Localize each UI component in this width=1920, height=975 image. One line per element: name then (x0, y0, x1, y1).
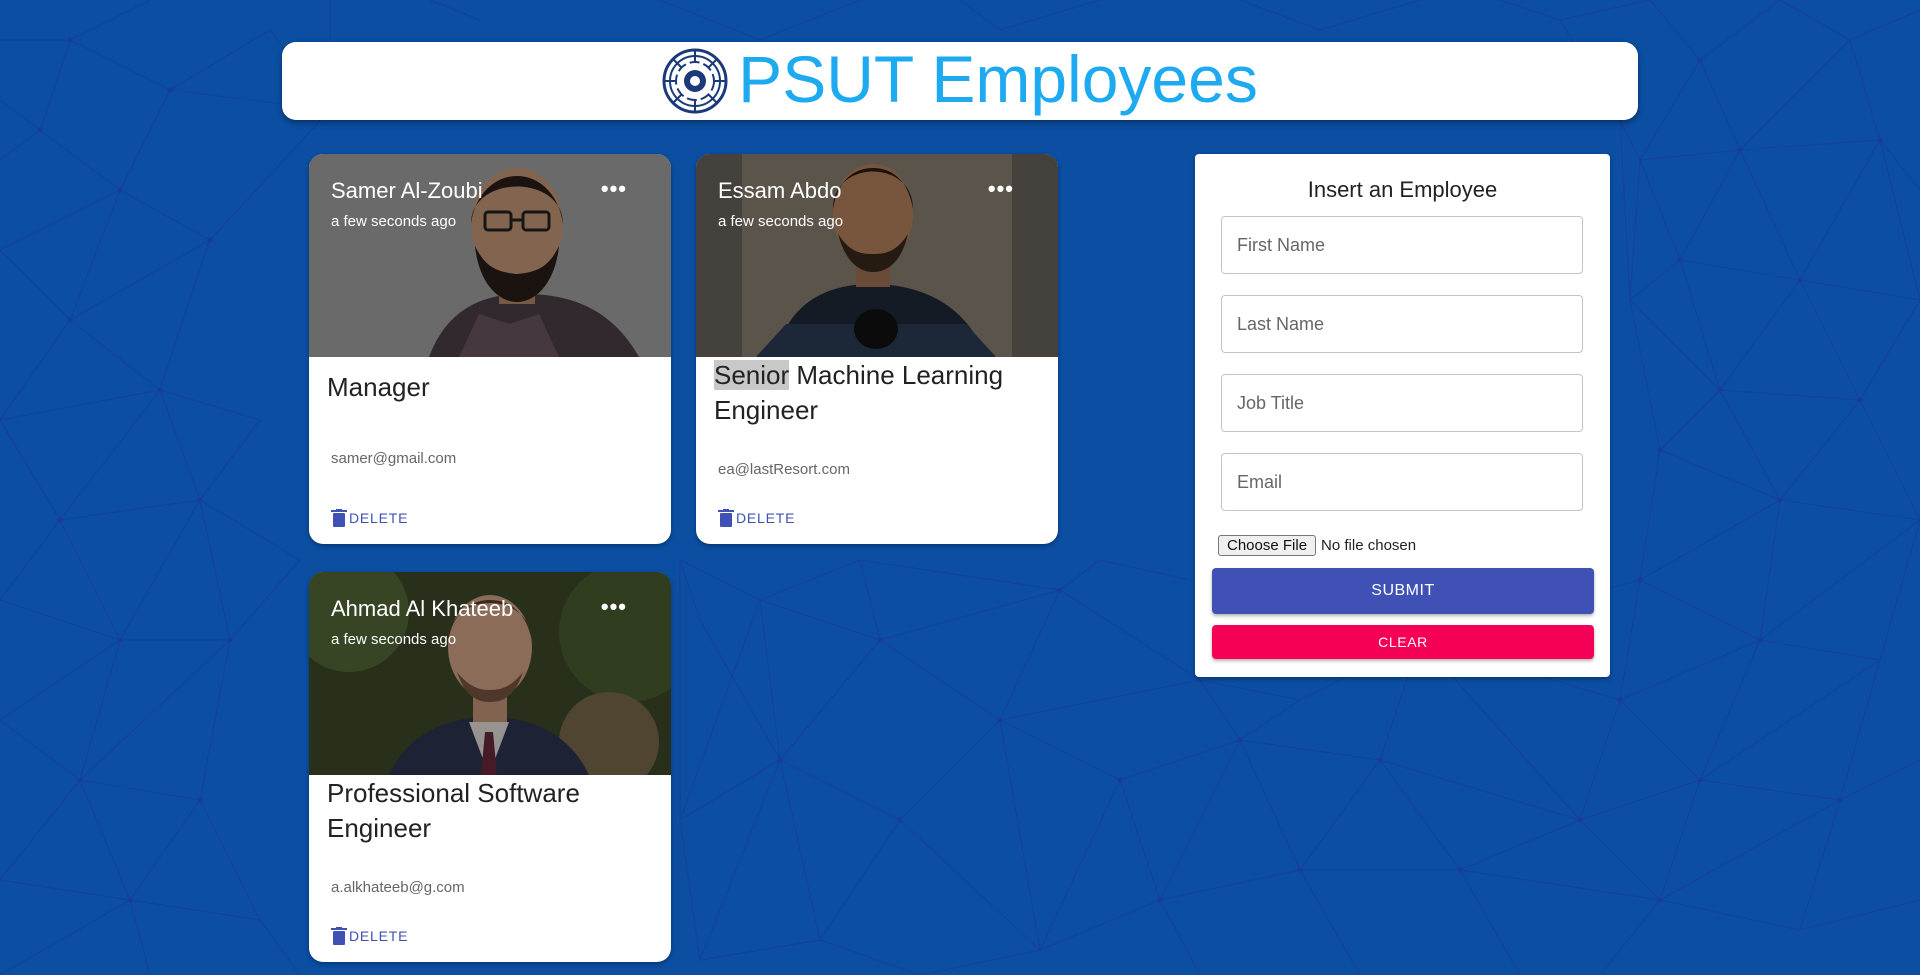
delete-label: DELETE (736, 510, 796, 526)
employee-name: Samer Al-Zoubi (331, 178, 483, 203)
form-title: Insert an Employee (1307, 177, 1498, 202)
employee-timestamp: a few seconds ago (331, 631, 457, 648)
more-options-icon[interactable]: ••• (601, 596, 627, 618)
employee-card: Samer Al-Zoubi a few seconds ago ••• Man… (309, 154, 671, 544)
employee-card: Ahmad Al Khateeb a few seconds ago ••• P… (309, 572, 671, 962)
delete-button[interactable]: DELETE (718, 509, 795, 527)
first-name-field[interactable] (1221, 216, 1583, 274)
psut-circuit-logo-icon (662, 48, 728, 114)
employee-email: ea@lastResort.com (718, 461, 850, 478)
job-title-text: Manager (327, 372, 430, 402)
delete-button[interactable]: DELETE (331, 927, 408, 945)
trash-icon (331, 509, 347, 527)
job-title-highlight: Senior (714, 360, 790, 390)
insert-employee-form: Insert an Employee Choose File No file c… (1195, 154, 1610, 677)
page-title: PSUT Employees (738, 42, 1258, 116)
delete-label: DELETE (349, 510, 409, 526)
employee-job-title: Manager (327, 370, 657, 405)
file-upload: Choose File No file chosen (1218, 535, 1416, 556)
employee-name: Ahmad Al Khateeb (331, 596, 514, 621)
employee-name: Essam Abdo (718, 178, 842, 203)
employee-job-title: Professional Software Engineer (327, 776, 657, 846)
choose-file-button[interactable]: Choose File (1218, 535, 1317, 556)
last-name-field[interactable] (1221, 295, 1583, 353)
job-title-text: Professional Software Engineer (327, 778, 580, 843)
trash-icon (331, 927, 347, 945)
submit-button[interactable]: SUBMIT (1212, 568, 1594, 614)
employee-timestamp: a few seconds ago (718, 213, 844, 230)
employee-email: samer@gmail.com (331, 450, 457, 467)
file-status: No file chosen (1321, 537, 1417, 554)
more-options-icon[interactable]: ••• (601, 178, 627, 200)
delete-button[interactable]: DELETE (331, 509, 408, 527)
delete-label: DELETE (349, 928, 409, 944)
clear-button[interactable]: CLEAR (1212, 625, 1594, 659)
more-options-icon[interactable]: ••• (988, 178, 1014, 200)
employee-email: a.alkhateeb@g.com (331, 879, 465, 896)
trash-icon (718, 509, 734, 527)
app-header: PSUT Employees (282, 42, 1638, 120)
employee-job-title: Senior Machine Learning Engineer (714, 358, 1044, 428)
email-field[interactable] (1221, 453, 1583, 511)
employee-timestamp: a few seconds ago (331, 213, 457, 230)
employee-card: Essam Abdo a few seconds ago ••• Senior … (696, 154, 1058, 544)
job-title-field[interactable] (1221, 374, 1583, 432)
